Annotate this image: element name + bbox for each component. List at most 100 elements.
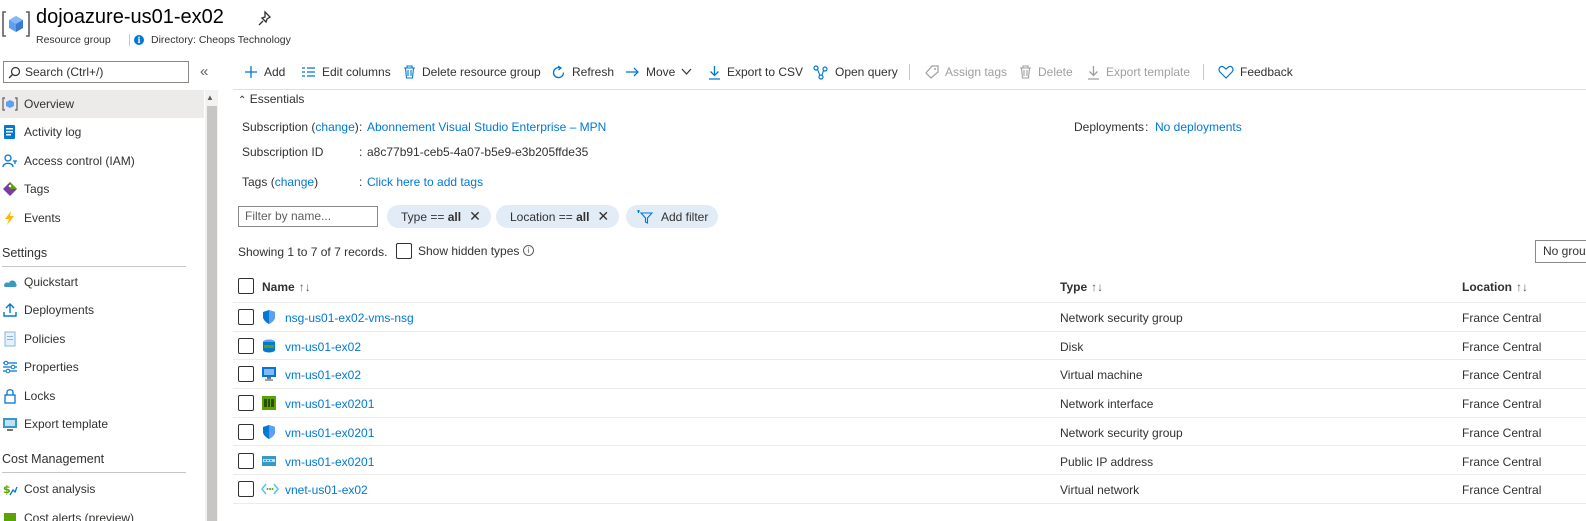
delete-button[interactable]: Delete [1019,62,1073,82]
header-divider [129,34,130,46]
deployments-value-link[interactable]: No deployments [1155,120,1242,134]
sidebar-item-tags[interactable]: Tags [0,175,204,203]
resource-location: France Central [1462,368,1542,383]
sidebar-item-overview[interactable]: Overview [0,90,204,118]
export-template-label: Export template [1106,65,1191,79]
sidebar-item-policies[interactable]: Policies [0,325,204,353]
refresh-label: Refresh [572,65,615,79]
table-row[interactable]: vm-us01-ex0201 Network security group Fr… [233,418,1586,447]
resource-location: France Central [1462,425,1542,440]
refresh-button[interactable]: Refresh [551,62,614,82]
nsg-shield-icon [261,424,277,440]
row-divider [233,502,1586,504]
essentials-toggle[interactable]: ⌃ Essentials [238,92,304,106]
assign-tags-button[interactable]: Assign tags [925,62,1007,82]
overview-icon [2,96,18,112]
edit-columns-button[interactable]: Edit columns [301,62,391,82]
sidebar-item-label: Policies [24,332,66,346]
show-hidden-types-checkbox[interactable] [396,243,412,259]
sidebar-item-label: Events [24,211,61,225]
delete-resource-group-button[interactable]: Delete resource group [403,62,541,82]
sidebar-item-iam[interactable]: Access control (IAM) [0,147,204,175]
resource-name-link[interactable]: vm-us01-ex0201 [285,426,374,440]
add-button[interactable]: Add [244,62,285,82]
collapse-sidebar-icon[interactable]: « [200,63,208,80]
sidebar-item-label: Overview [24,97,75,111]
export-csv-button[interactable]: Export to CSV [708,62,803,82]
sidebar-item-deployments[interactable]: Deployments [0,296,204,324]
sidebar-item-quickstart[interactable]: Quickstart [0,268,204,296]
info-icon[interactable]: i [523,245,534,256]
sidebar-item-activity-log[interactable]: Activity log [0,118,204,146]
sidebar-item-cost-alerts[interactable]: Cost alerts (preview) [0,504,204,521]
export-template-button[interactable]: Export template [1087,62,1190,82]
table-row[interactable]: vnet-us01-ex02 Virtual network France Ce… [233,475,1586,504]
row-checkbox[interactable] [238,337,254,354]
resource-name-link[interactable]: vm-us01-ex0201 [285,455,374,469]
move-button[interactable]: Move [625,62,692,82]
change-subscription-link[interactable]: change [315,120,354,134]
scroll-up-icon[interactable]: ▲ [206,93,214,102]
add-tags-link[interactable]: Click here to add tags [367,175,483,189]
sidebar-item-locks[interactable]: Locks [0,382,204,410]
table-row[interactable]: vm-us01-ex02 Virtual machine France Cent… [233,360,1586,390]
column-header-location[interactable]: Location ↑↓ [1462,280,1528,294]
row-checkbox[interactable] [238,309,254,325]
directory-label: Directory: Cheops Technology [151,34,291,46]
sidebar-item-events[interactable]: Events [0,204,204,232]
table-row[interactable]: vm-us01-ex0201 Public IP address France … [233,447,1586,476]
row-checkbox[interactable] [238,366,254,383]
column-type-label: Type [1060,280,1088,294]
cost-management-section-heading: Cost Management [2,452,105,466]
type-filter-pill[interactable]: Type == all ✕ [387,205,491,228]
feedback-button[interactable]: Feedback [1218,62,1293,82]
resource-location: France Central [1462,483,1542,498]
sidebar-scrollbar-thumb[interactable] [207,106,217,521]
plus-icon [245,66,257,78]
table-row[interactable]: vm-us01-ex02 Disk France Central [233,332,1586,361]
info-icon: i [134,35,144,45]
grouping-select[interactable]: No grouping [1535,240,1586,263]
sidebar-item-label: Activity log [24,125,82,139]
change-tags-link[interactable]: change [275,175,314,189]
column-header-name[interactable]: Name ↑↓ [262,280,311,294]
sidebar-item-cost-analysis[interactable]: $ Cost analysis [0,475,204,503]
table-row[interactable]: vm-us01-ex0201 Network interface France … [233,389,1586,418]
row-checkbox[interactable] [238,452,254,469]
iam-icon [2,153,18,169]
add-filter-button[interactable]: Add filter [626,205,719,228]
sort-icon: ↑↓ [1091,280,1104,294]
column-header-type[interactable]: Type ↑↓ [1060,280,1103,294]
open-query-button[interactable]: Open query [813,62,898,82]
row-checkbox[interactable] [238,423,254,440]
subscription-value-link[interactable]: Abonnement Visual Studio Enterprise – MP… [367,120,606,134]
location-filter-pill[interactable]: Location == all ✕ [496,205,620,228]
resource-name-link[interactable]: vm-us01-ex02 [285,340,361,354]
filter-by-name-input[interactable]: Filter by name... [238,206,378,227]
row-checkbox[interactable] [238,395,254,412]
sidebar-item-properties[interactable]: Properties [0,353,204,381]
resource-name-link[interactable]: nsg-us01-ex02-vms-nsg [285,311,414,325]
resource-name-link[interactable]: vm-us01-ex02 [285,368,361,382]
sidebar-item-label: Cost analysis [24,482,96,496]
pin-icon[interactable] [256,10,274,28]
toolbar-divider [1203,64,1204,80]
section-divider [2,472,186,473]
row-checkbox[interactable] [238,481,254,498]
resource-name-link[interactable]: vm-us01-ex0201 [285,397,374,411]
add-filter-label: Add filter [661,209,709,224]
essentials-divider [233,89,1586,90]
close-icon[interactable]: ✕ [597,208,609,225]
sidebar-item-export-template[interactable]: Export template [0,410,204,438]
settings-section-heading: Settings [2,246,48,260]
add-label: Add [264,65,286,79]
select-all-checkbox[interactable] [238,278,254,294]
sidebar-item-label: Tags [24,182,50,196]
close-icon[interactable]: ✕ [469,208,481,225]
cost-alerts-icon [2,510,18,521]
page-title: dojoazure-us01-ex02 [36,6,224,28]
table-row[interactable]: nsg-us01-ex02-vms-nsg Network security g… [233,303,1586,332]
search-input[interactable]: Search (Ctrl+/) [3,61,189,83]
resource-name-link[interactable]: vnet-us01-ex02 [285,483,368,497]
resource-type: Public IP address [1060,454,1154,469]
